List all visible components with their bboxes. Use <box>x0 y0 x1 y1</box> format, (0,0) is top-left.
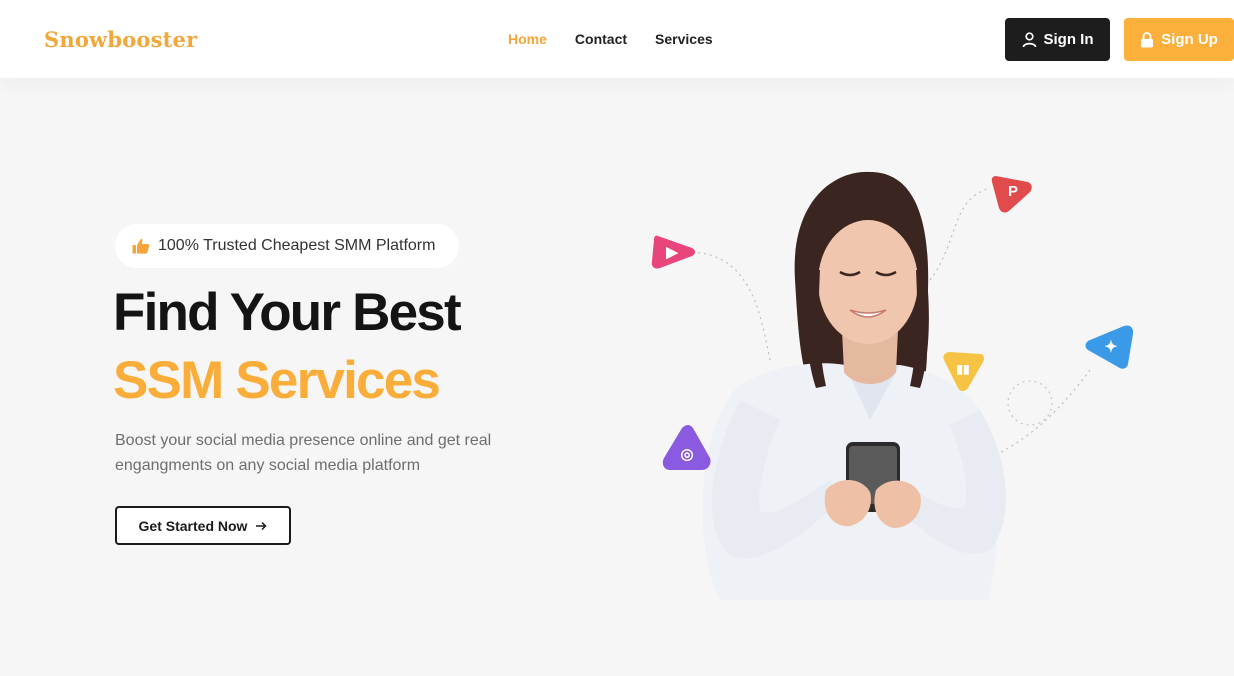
trust-badge-label: 100% Trusted Cheapest SMM Platform <box>158 237 436 254</box>
twitter-icon: ✦ <box>1082 322 1136 372</box>
analytics-icon: ▮▮ <box>936 346 990 396</box>
sign-in-label: Sign In <box>1043 31 1094 48</box>
sign-up-label: Sign Up <box>1161 31 1218 48</box>
instagram-icon: ◎ <box>660 424 714 474</box>
nav-services[interactable]: Services <box>655 31 713 47</box>
lock-icon <box>1141 31 1154 47</box>
nav-contact[interactable]: Contact <box>575 31 627 47</box>
pinterest-icon: P <box>986 168 1040 218</box>
arrow-right-icon <box>256 521 268 530</box>
main-nav: Home Contact Services <box>508 31 713 47</box>
youtube-icon: ▶ <box>648 226 702 276</box>
nav-home[interactable]: Home <box>508 31 547 47</box>
hero-illustration: ▶ P ▮▮ ✦ ◎ <box>630 160 1150 610</box>
hero-description: Boost your social media presence online … <box>115 432 492 474</box>
trust-badge: 100% Trusted Cheapest SMM Platform <box>115 224 459 268</box>
logo[interactable]: Snowbooster <box>44 27 197 52</box>
hero-title-line2: SSM Services <box>113 351 441 410</box>
get-started-button[interactable]: Get Started Now <box>115 506 291 545</box>
sign-in-button[interactable]: Sign In <box>1005 18 1110 61</box>
site-header: Snowbooster Home Contact Services Sign I… <box>0 0 1234 78</box>
thumbs-up-icon <box>132 238 150 254</box>
user-icon <box>1022 31 1036 47</box>
woman-with-phone-image <box>691 171 1091 600</box>
sign-up-button[interactable]: Sign Up <box>1124 18 1234 61</box>
hero-title-line1: Find Your Best <box>113 283 462 342</box>
get-started-label: Get Started Now <box>138 517 248 534</box>
